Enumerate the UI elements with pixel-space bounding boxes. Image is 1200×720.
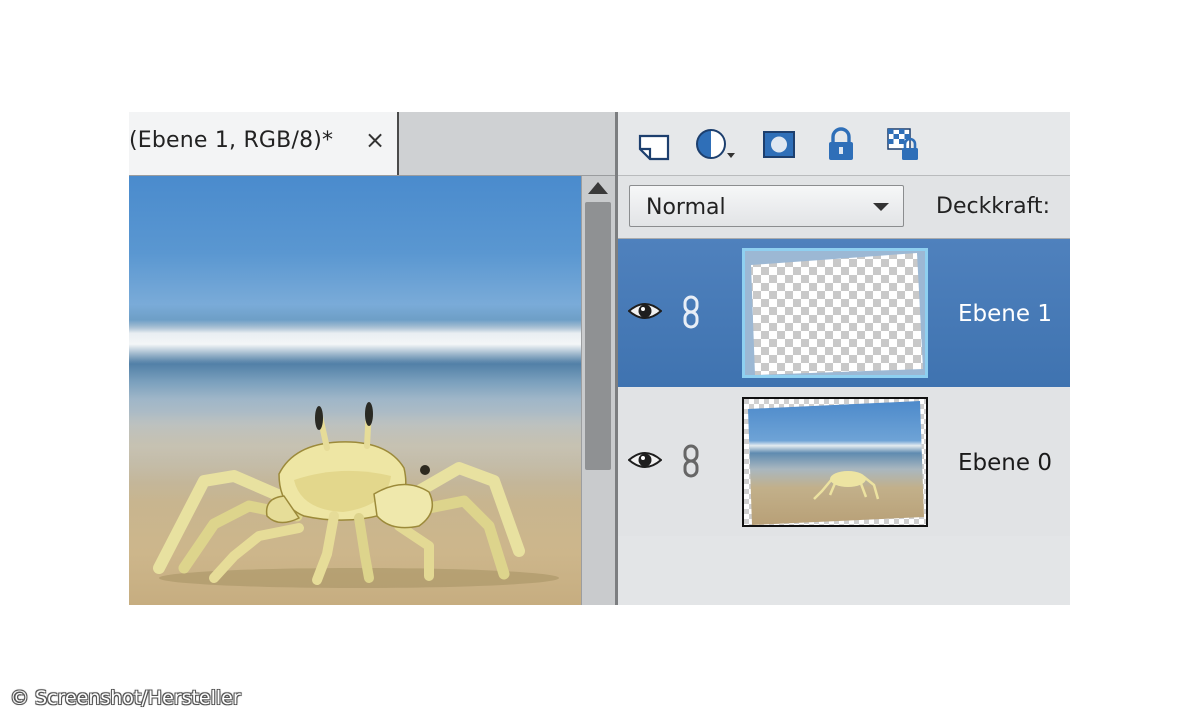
opacity-label: Deckkraft: (936, 194, 1050, 219)
lock-transparency-icon[interactable] (886, 126, 922, 162)
layer-thumbnail-transparent (742, 248, 928, 378)
app-window: (Ebene 1, RGB/8)* × Normal Deckkraft: Eb… (129, 112, 1070, 605)
chevron-down-icon (873, 203, 889, 211)
link-icon[interactable] (680, 295, 702, 329)
new-layer-icon[interactable] (636, 126, 672, 162)
eye-icon[interactable] (628, 299, 662, 323)
image-credit: © Screenshot/Hersteller (10, 687, 241, 709)
scroll-thumb[interactable] (585, 202, 611, 470)
layer-row-ebene-1[interactable]: Ebene 1 (618, 239, 1070, 387)
photo-thumbnail (744, 399, 926, 525)
document-tab[interactable]: (Ebene 1, RGB/8)* × (129, 112, 399, 175)
crab-figure (153, 402, 559, 588)
close-icon[interactable]: × (365, 126, 385, 154)
document-tab-title: (Ebene 1, RGB/8)* (129, 128, 334, 153)
blend-mode-value: Normal (646, 195, 726, 220)
layer-row-ebene-0[interactable]: Ebene 0 (618, 388, 1070, 536)
link-icon[interactable] (680, 444, 702, 478)
lock-all-icon[interactable] (823, 126, 859, 162)
blend-mode-select[interactable]: Normal (629, 185, 904, 227)
layer-mask-icon[interactable] (761, 126, 797, 162)
eye-icon[interactable] (628, 448, 662, 472)
layer-options-bar: Normal Deckkraft: (618, 176, 1070, 239)
crab-photo (153, 402, 559, 588)
image-canvas[interactable] (129, 176, 581, 605)
vertical-scrollbar[interactable] (581, 176, 615, 605)
layers-panel: Normal Deckkraft: Ebene 1 Ebene 0 (618, 112, 1070, 605)
scroll-up-icon[interactable] (588, 182, 608, 194)
document-tab-bar: (Ebene 1, RGB/8)* × (129, 112, 615, 176)
layers-toolbar (618, 112, 1070, 176)
layer-name[interactable]: Ebene 1 (958, 301, 1052, 327)
layer-name[interactable]: Ebene 0 (958, 450, 1052, 476)
layer-thumbnail-photo (742, 397, 928, 527)
checkerboard-pattern (745, 251, 925, 375)
adjustment-layer-icon[interactable] (694, 126, 742, 162)
